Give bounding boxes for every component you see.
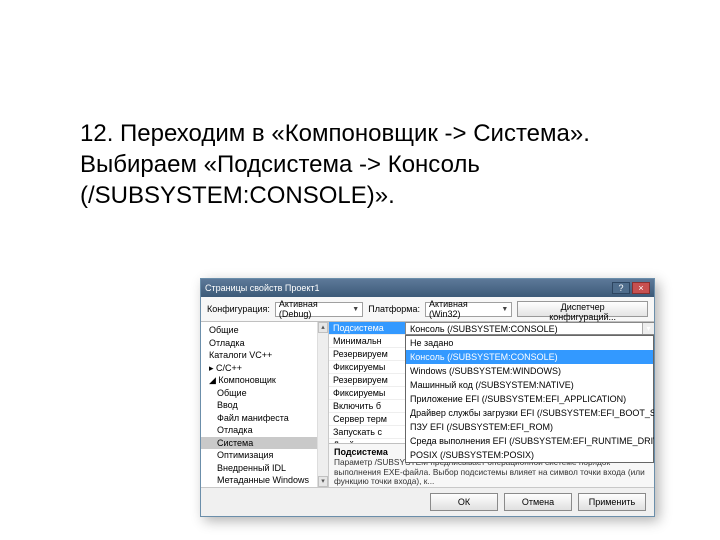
window-title: Страницы свойств Проект1 [205, 283, 320, 293]
grid-row-label: Сервер терм [329, 413, 405, 425]
property-grid: Подсистема Консоль (/SUBSYSTEM:CONSOLE) … [329, 322, 654, 487]
dropdown-option[interactable]: Приложение EFI (/SUBSYSTEM:EFI_APPLICATI… [406, 392, 653, 406]
tree-item[interactable]: ▸ C/C++ [201, 362, 328, 375]
tree-item[interactable]: Общие [201, 387, 328, 400]
chevron-down-icon: ▼ [352, 306, 359, 313]
config-bar: Конфигурация: Активная (Debug) ▼ Платфор… [201, 297, 654, 322]
tree-item[interactable]: Отладка [201, 337, 328, 350]
button-bar: ОК Отмена Применить [201, 487, 654, 516]
ok-button[interactable]: ОК [430, 493, 498, 511]
tree-item[interactable]: Метаданные Windows [201, 474, 328, 487]
tree-item[interactable]: Оптимизация [201, 449, 328, 462]
chevron-down-icon: ▼ [501, 306, 508, 313]
subsystem-combo[interactable]: Консоль (/SUBSYSTEM:CONSOLE) ▾ [405, 322, 654, 335]
tree-item[interactable]: Система [201, 437, 328, 450]
grid-row-label: Резервируем [329, 348, 405, 360]
grid-row-label: Запускать с [329, 426, 405, 438]
grid-row-label: Резервируем [329, 374, 405, 386]
chevron-down-icon[interactable]: ▾ [642, 323, 654, 334]
platform-value: Активная (Win32) [429, 299, 501, 319]
subsystem-value: Консоль (/SUBSYSTEM:CONSOLE) [406, 324, 558, 334]
tree-item[interactable]: Внедренный IDL [201, 462, 328, 475]
config-manager-button[interactable]: Диспетчер конфигураций... [517, 301, 648, 317]
grid-row-label: Фиксируемы [329, 361, 405, 373]
tree-item[interactable]: Каталоги VC++ [201, 349, 328, 362]
grid-row-label: Минимальн [329, 335, 405, 347]
platform-combo[interactable]: Активная (Win32) ▼ [425, 302, 512, 317]
tree-item[interactable]: Ввод [201, 399, 328, 412]
cancel-button[interactable]: Отмена [504, 493, 572, 511]
instruction-text: 12. Переходим в «Компоновщик -> Система»… [80, 118, 640, 212]
nav-tree[interactable]: ОбщиеОтладкаКаталоги VC++▸ C/C++◢ Компон… [201, 322, 329, 487]
config-value: Активная (Debug) [279, 299, 352, 319]
subsystem-dropdown[interactable]: Не заданоКонсоль (/SUBSYSTEM:CONSOLE)Win… [405, 335, 654, 463]
tree-item[interactable]: ◢ Компоновщик [201, 374, 328, 387]
apply-button[interactable]: Применить [578, 493, 646, 511]
dropdown-option[interactable]: Машинный код (/SUBSYSTEM:NATIVE) [406, 378, 653, 392]
dropdown-option[interactable]: Консоль (/SUBSYSTEM:CONSOLE) [406, 350, 653, 364]
dropdown-option[interactable]: Среда выполнения EFI (/SUBSYSTEM:EFI_RUN… [406, 434, 653, 448]
dropdown-option[interactable]: Драйвер службы загрузки EFI (/SUBSYSTEM:… [406, 406, 653, 420]
dropdown-option[interactable]: ПЗУ EFI (/SUBSYSTEM:EFI_ROM) [406, 420, 653, 434]
dropdown-option[interactable]: POSIX (/SUBSYSTEM:POSIX) [406, 448, 653, 462]
help-button[interactable]: ? [612, 282, 630, 294]
config-label: Конфигурация: [207, 304, 270, 314]
grid-heading-row[interactable]: Подсистема Консоль (/SUBSYSTEM:CONSOLE) … [329, 322, 654, 335]
tree-item[interactable]: Дополнительно [201, 487, 328, 488]
tree-item[interactable]: Файл манифеста [201, 412, 328, 425]
grid-row-label: Фиксируемы [329, 387, 405, 399]
title-bar: Страницы свойств Проект1 ? × [201, 279, 654, 297]
tree-item[interactable]: Отладка [201, 424, 328, 437]
close-button[interactable]: × [632, 282, 650, 294]
grid-row-label: Включить б [329, 400, 405, 412]
tree-item[interactable]: Общие [201, 324, 328, 337]
scroll-up-icon[interactable]: ▴ [318, 322, 328, 333]
properties-dialog: Страницы свойств Проект1 ? × Конфигураци… [200, 278, 655, 517]
grid-header-label: Подсистема [329, 322, 405, 334]
config-combo[interactable]: Активная (Debug) ▼ [275, 302, 363, 317]
dropdown-option[interactable]: Windows (/SUBSYSTEM:WINDOWS) [406, 364, 653, 378]
platform-label: Платформа: [368, 304, 420, 314]
tree-scrollbar[interactable]: ▴ ▾ [317, 322, 328, 487]
scroll-down-icon[interactable]: ▾ [318, 476, 328, 487]
dropdown-option[interactable]: Не задано [406, 336, 653, 350]
